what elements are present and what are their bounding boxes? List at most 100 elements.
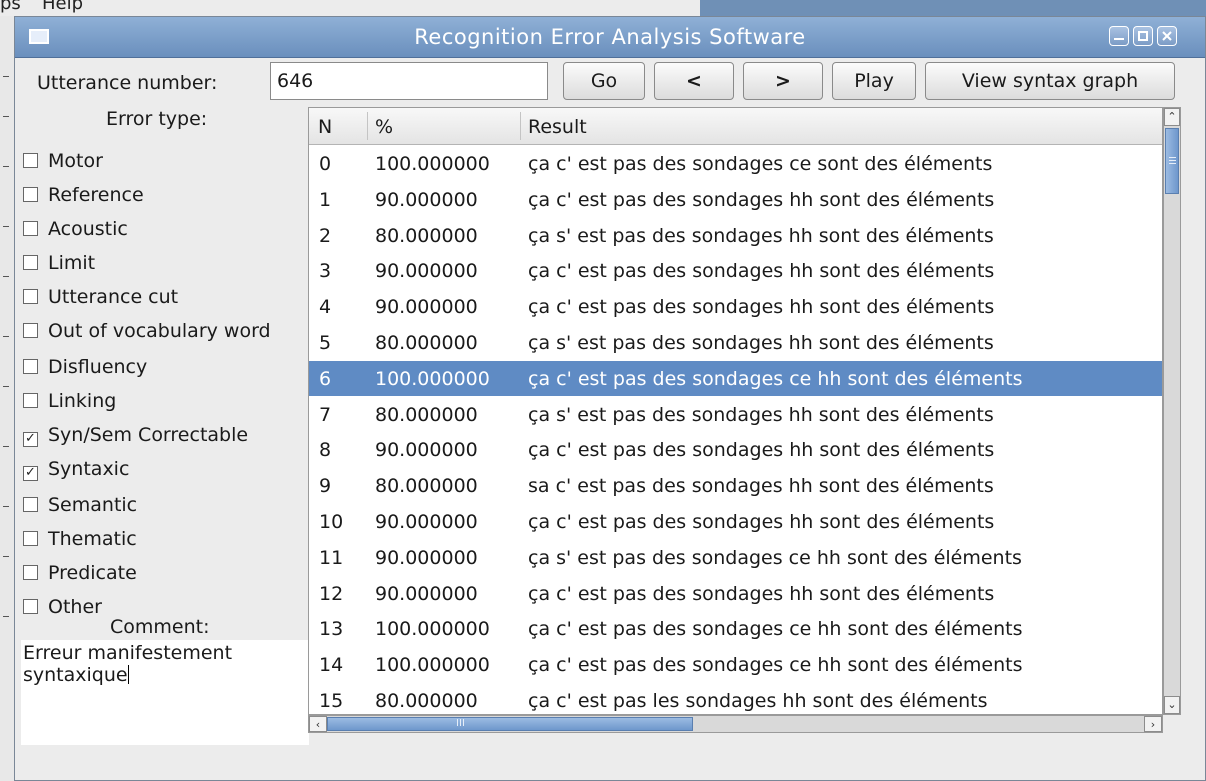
table-row[interactable]: 5 80.000000 ça s' est pas des sondages hh … bbox=[309, 325, 1162, 360]
scroll-down-button[interactable]: ⌄ bbox=[1164, 696, 1180, 714]
checkbox-checked-icon[interactable]: ✓ bbox=[23, 432, 38, 447]
minimize-icon bbox=[1114, 38, 1124, 40]
checkbox-icon[interactable] bbox=[23, 255, 38, 270]
checkbox-icon[interactable] bbox=[23, 565, 38, 580]
row-index: 7 bbox=[319, 403, 332, 426]
row-index: 0 bbox=[319, 153, 332, 175]
play-button[interactable]: Play bbox=[832, 62, 916, 100]
row-percent: 80.000000 bbox=[375, 475, 478, 498]
error-type-label: Syntaxic bbox=[48, 458, 130, 480]
table-row[interactable]: 11 90.000000 ça s' est pas des sondages ce… bbox=[309, 540, 1162, 575]
row-percent: 80.000000 bbox=[375, 332, 478, 354]
vertical-scroll-thumb[interactable] bbox=[1165, 128, 1179, 194]
next-button[interactable]: > bbox=[743, 62, 823, 100]
horizontal-scrollbar[interactable]: ‹ › bbox=[308, 715, 1163, 733]
error-type-option[interactable]: Other bbox=[23, 596, 102, 626]
error-type-option[interactable]: Out of vocabulary word bbox=[23, 320, 271, 350]
maximize-button[interactable] bbox=[1133, 26, 1153, 46]
background-tick bbox=[3, 76, 9, 77]
error-type-option[interactable]: Linking bbox=[23, 390, 116, 420]
error-type-option[interactable]: Utterance cut bbox=[23, 286, 178, 316]
checkbox-icon[interactable] bbox=[23, 187, 38, 202]
error-type-option[interactable]: ✓ Syn/Sem Correctable bbox=[23, 424, 248, 454]
row-percent: 90.000000 bbox=[375, 511, 478, 533]
checkbox-checked-icon[interactable]: ✓ bbox=[23, 466, 38, 481]
column-header-percent[interactable]: % bbox=[375, 116, 393, 138]
table-row[interactable]: 15 80.000000 ça c' est pas les sondages hh… bbox=[309, 683, 1162, 714]
table-row[interactable]: 13 100.000000 ça c' est pas des sondages c… bbox=[309, 611, 1162, 646]
chevron-right-icon: › bbox=[1150, 718, 1156, 731]
error-type-option[interactable]: Reference bbox=[23, 184, 144, 214]
horizontal-scroll-thumb[interactable] bbox=[327, 717, 693, 731]
checkbox-icon[interactable] bbox=[23, 289, 38, 304]
thumb-grip bbox=[1169, 157, 1176, 158]
comment-textarea[interactable]: Erreur manifestement syntaxique bbox=[21, 640, 309, 745]
table-row[interactable]: 14 100.000000 ça c' est pas des sondages c… bbox=[309, 647, 1162, 682]
row-index: 6 bbox=[319, 367, 332, 390]
thumb-grip bbox=[457, 719, 458, 726]
scroll-up-button[interactable]: ⌃ bbox=[1164, 108, 1180, 126]
error-type-option[interactable]: Predicate bbox=[23, 562, 137, 592]
row-index: 15 bbox=[319, 690, 344, 712]
minimize-button[interactable] bbox=[1109, 26, 1129, 46]
row-percent: 80.000000 bbox=[375, 690, 478, 712]
go-button[interactable]: Go bbox=[563, 62, 645, 100]
table-row[interactable]: 2 80.000000 ça s' est pas des sondages hh … bbox=[309, 218, 1162, 253]
background-tick bbox=[3, 276, 9, 277]
close-button[interactable] bbox=[1157, 26, 1177, 46]
column-divider[interactable] bbox=[367, 112, 368, 140]
table-row[interactable]: 7 80.000000 ça s' est pas des sondages hh … bbox=[309, 397, 1162, 432]
vertical-scrollbar[interactable]: ⌃ ⌄ bbox=[1163, 107, 1181, 715]
row-result: ça c' est pas des sondages hh sont des é… bbox=[528, 260, 995, 283]
row-index: 2 bbox=[319, 224, 332, 247]
row-result: ça s' est pas des sondages hh sont des é… bbox=[528, 332, 994, 354]
row-percent: 100.000000 bbox=[375, 153, 490, 175]
row-index: 14 bbox=[319, 654, 344, 677]
table-row[interactable]: 8 90.000000 ça c' est pas des sondages hh … bbox=[309, 432, 1162, 467]
table-row[interactable]: 12 90.000000 ça c' est pas des sondages hh… bbox=[309, 576, 1162, 611]
checkbox-icon[interactable] bbox=[23, 393, 38, 408]
checkbox-icon[interactable] bbox=[23, 359, 38, 374]
row-result: ça c' est pas les sondages hh sont des é… bbox=[528, 690, 988, 712]
table-row[interactable]: 9 80.000000 sa c' est pas des sondages hh … bbox=[309, 468, 1162, 503]
background-tick bbox=[3, 506, 9, 507]
error-type-option[interactable]: Semantic bbox=[23, 494, 137, 524]
error-type-option[interactable]: Thematic bbox=[23, 528, 137, 558]
error-type-option[interactable]: Disfluency bbox=[23, 356, 147, 386]
column-divider[interactable] bbox=[520, 112, 521, 140]
checkbox-icon[interactable] bbox=[23, 221, 38, 236]
background-tick bbox=[3, 336, 9, 337]
error-type-option[interactable]: ✓ Syntaxic bbox=[23, 458, 129, 488]
error-type-option[interactable]: Limit bbox=[23, 252, 95, 282]
view-syntax-graph-button[interactable]: View syntax graph bbox=[925, 62, 1175, 100]
maximize-icon bbox=[1138, 31, 1148, 41]
error-type-option[interactable]: Acoustic bbox=[23, 218, 128, 248]
utterance-number-input[interactable] bbox=[270, 62, 548, 100]
table-row[interactable]: 0 100.000000 ça c' est pas des sondages ce… bbox=[309, 146, 1162, 181]
previous-button[interactable]: < bbox=[654, 62, 734, 100]
row-result: ça c' est pas des sondages ce hh sont de… bbox=[528, 367, 1023, 390]
table-row-selected[interactable]: 6 100.000000 ça c' est pas des sondages ce… bbox=[309, 360, 1162, 396]
checkbox-icon[interactable] bbox=[23, 531, 38, 546]
row-result: ça c' est pas des sondages hh sont des é… bbox=[528, 188, 995, 211]
table-row[interactable]: 4 90.000000 ça c' est pas des sondages hh … bbox=[309, 289, 1162, 324]
checkbox-icon[interactable] bbox=[23, 323, 38, 338]
error-type-label: Semantic bbox=[48, 494, 138, 516]
checkbox-icon[interactable] bbox=[23, 497, 38, 512]
table-row[interactable]: 1 90.000000 ça c' est pas des sondages hh … bbox=[309, 182, 1162, 217]
row-index: 11 bbox=[319, 546, 344, 569]
background-menu-item[interactable]: Help bbox=[42, 0, 83, 14]
column-header-n[interactable]: N bbox=[318, 116, 332, 138]
table-row[interactable]: 3 90.000000 ça c' est pas des sondages hh … bbox=[309, 253, 1162, 288]
background-menu-item[interactable]: ps bbox=[0, 0, 21, 14]
column-header-result[interactable]: Result bbox=[528, 116, 587, 138]
thumb-grip bbox=[1169, 160, 1176, 161]
row-index: 4 bbox=[319, 296, 332, 319]
scroll-right-button[interactable]: › bbox=[1144, 716, 1162, 732]
checkbox-icon[interactable] bbox=[23, 153, 38, 168]
table-row[interactable]: 10 90.000000 ça c' est pas des sondages hh… bbox=[309, 504, 1162, 539]
error-type-option[interactable]: Motor bbox=[23, 150, 103, 180]
title-bar[interactable]: Recognition Error Analysis Software bbox=[15, 17, 1205, 58]
checkbox-icon[interactable] bbox=[23, 599, 38, 614]
scroll-left-button[interactable]: ‹ bbox=[309, 716, 327, 732]
